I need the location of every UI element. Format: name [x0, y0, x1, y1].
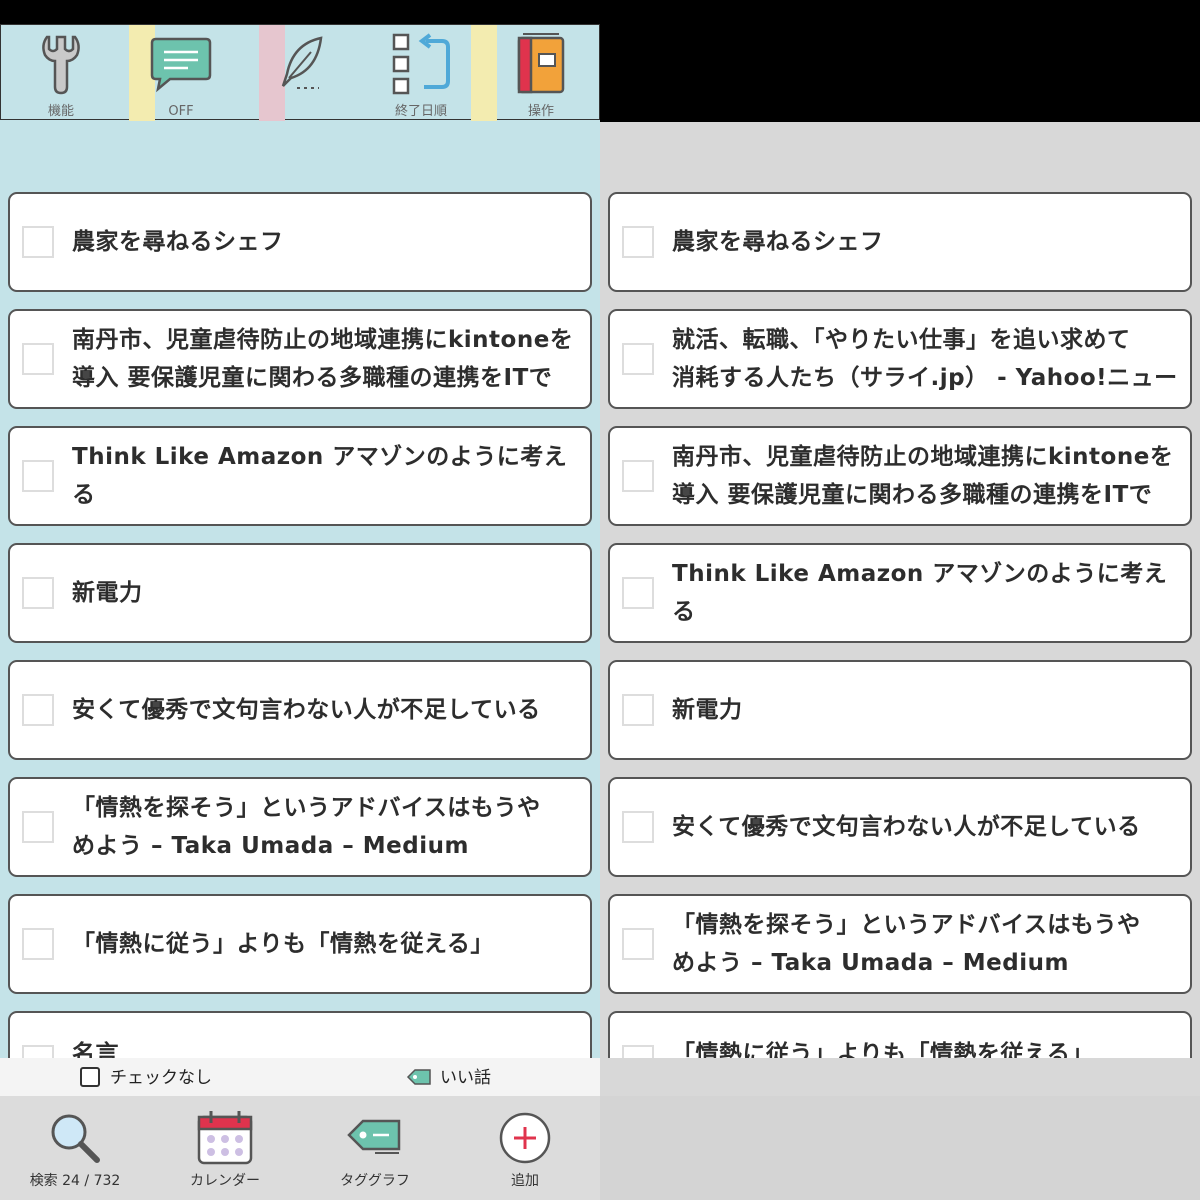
list-item[interactable]: 安くて優秀で文句言わない人が不足している — [8, 660, 592, 760]
nav-label: タググラフ — [340, 1173, 410, 1189]
item-title: 新電力 — [672, 697, 743, 723]
item-title: 就活、転職、「やりたい仕事」を追い求めて 消耗する人たち（サライ.jp） - Y… — [672, 327, 1178, 391]
toolbar-sort-button[interactable]: 終了日順 — [371, 25, 471, 121]
tag-icon — [406, 1068, 432, 1091]
list-item[interactable]: 新電力 — [608, 660, 1192, 760]
toolbar-label: OFF — [168, 104, 194, 119]
item-checkbox[interactable] — [22, 343, 54, 375]
item-title: 南丹市、児童虐待防止の地域連携にkintoneを 導入 要保護児童に関わる多職種… — [72, 327, 574, 391]
search-button[interactable]: 検索 24 / 732 — [0, 1096, 150, 1200]
item-title: Think Like Amazon アマゾンのように考える — [672, 561, 1168, 625]
tag-icon — [300, 1106, 450, 1170]
item-checkbox[interactable] — [22, 928, 54, 960]
filter-check-label: チェックなし — [110, 1068, 212, 1088]
list-item[interactable]: 「情熱を探そう」というアドバイスはもうや めよう – Taka Umada – … — [8, 777, 592, 877]
item-title: 新電力 — [72, 580, 143, 606]
list-item[interactable]: 安くて優秀で文句言わない人が不足している — [608, 777, 1192, 877]
item-checkbox[interactable] — [622, 694, 654, 726]
list-item[interactable]: 新電力 — [8, 543, 592, 643]
wrench-icon — [11, 31, 111, 97]
status-bar — [0, 0, 600, 24]
list-item[interactable]: 南丹市、児童虐待防止の地域連携にkintoneを 導入 要保護児童に関わる多職種… — [8, 309, 592, 409]
list-item[interactable]: 南丹市、児童虐待防止の地域連携にkintoneを 導入 要保護児童に関わる多職種… — [608, 426, 1192, 526]
list-item[interactable]: Think Like Amazon アマゾンのように考える — [608, 543, 1192, 643]
list-item[interactable]: 「情熱に従う」よりも「情熱を従える」 — [8, 894, 592, 994]
bottom-navigation: 検索 24 / 732 カレンダー タググラフ 追加 — [0, 1096, 600, 1200]
nav-label: 追加 — [511, 1173, 539, 1189]
list-item[interactable]: 「情熱を探そう」というアドバイスはもうや めよう – Taka Umada – … — [608, 894, 1192, 994]
add-circle-icon — [450, 1106, 600, 1170]
item-checkbox[interactable] — [22, 226, 54, 258]
list-item[interactable]: 就活、転職、「やりたい仕事」を追い求めて 消耗する人たち（サライ.jp） - Y… — [608, 309, 1192, 409]
top-toolbar: 機能 OFF 終了日順 操作 — [0, 24, 600, 121]
calendar-button[interactable]: カレンダー — [150, 1096, 300, 1200]
item-checkbox[interactable] — [622, 460, 654, 492]
filter-bar: チェックなし いい話 — [0, 1058, 600, 1096]
list-item[interactable]: Think Like Amazon アマゾンのように考える — [8, 426, 592, 526]
item-title: 南丹市、児童虐待防止の地域連携にkintoneを 導入 要保護児童に関わる多職種… — [672, 444, 1174, 508]
add-button[interactable]: 追加 — [450, 1096, 600, 1200]
toolbar-function-button[interactable]: 機能 — [11, 25, 111, 121]
sort-list-icon — [371, 31, 471, 97]
item-checkbox[interactable] — [622, 343, 654, 375]
unchecked-filter-checkbox[interactable] — [80, 1067, 100, 1087]
toolbar-label: 操作 — [527, 104, 554, 119]
item-title: 安くて優秀で文句言わない人が不足している — [72, 697, 541, 723]
item-title: 「情熱を探そう」というアドバイスはもうや めよう – Taka Umada – … — [72, 795, 541, 859]
chat-bubble-icon — [131, 31, 231, 97]
item-checkbox[interactable] — [622, 577, 654, 609]
filter-tag-label: いい話 — [440, 1068, 491, 1088]
feather-pen-icon — [251, 31, 351, 97]
toolbar-label: 終了日順 — [394, 104, 447, 119]
toolbar-label: 機能 — [47, 104, 74, 119]
item-checkbox[interactable] — [22, 577, 54, 609]
item-checkbox[interactable] — [22, 694, 54, 726]
right-screen: 農家を尋ねるシェフ 就活、転職、「やりたい仕事」を追い求めて 消耗する人たち（サ… — [600, 0, 1200, 1200]
item-title: Think Like Amazon アマゾンのように考える — [72, 444, 568, 508]
nav-label: 検索 24 / 732 — [29, 1173, 121, 1189]
bottom-area — [600, 1058, 1200, 1200]
item-title: 「情熱に従う」よりも「情熱を従える」 — [72, 931, 494, 957]
item-checkbox[interactable] — [22, 811, 54, 843]
item-checkbox[interactable] — [622, 811, 654, 843]
nav-label: カレンダー — [190, 1173, 260, 1189]
item-title: 「情熱を探そう」というアドバイスはもうや めよう – Taka Umada – … — [672, 912, 1141, 976]
item-title: 農家を尋ねるシェフ — [72, 229, 284, 255]
left-screen: 機能 OFF 終了日順 操作 農家を尋ねるシェフ 南丹市、児童虐待防止の地域連携… — [0, 0, 600, 1200]
search-icon — [0, 1106, 150, 1170]
toolbar-off-button[interactable]: OFF — [131, 25, 231, 121]
toolbar-pen-button[interactable] — [251, 25, 351, 121]
calendar-icon — [150, 1106, 300, 1170]
tag-graph-button[interactable]: タググラフ — [300, 1096, 450, 1200]
toolbar-operation-button[interactable]: 操作 — [491, 25, 591, 121]
item-checkbox[interactable] — [622, 928, 654, 960]
item-title: 農家を尋ねるシェフ — [672, 229, 884, 255]
item-checkbox[interactable] — [622, 226, 654, 258]
status-bar — [600, 0, 1200, 122]
notebook-icon — [491, 31, 591, 97]
item-title: 安くて優秀で文句言わない人が不足している — [672, 814, 1141, 840]
item-checkbox[interactable] — [22, 460, 54, 492]
list-item[interactable]: 農家を尋ねるシェフ — [8, 192, 592, 292]
list-item[interactable]: 農家を尋ねるシェフ — [608, 192, 1192, 292]
